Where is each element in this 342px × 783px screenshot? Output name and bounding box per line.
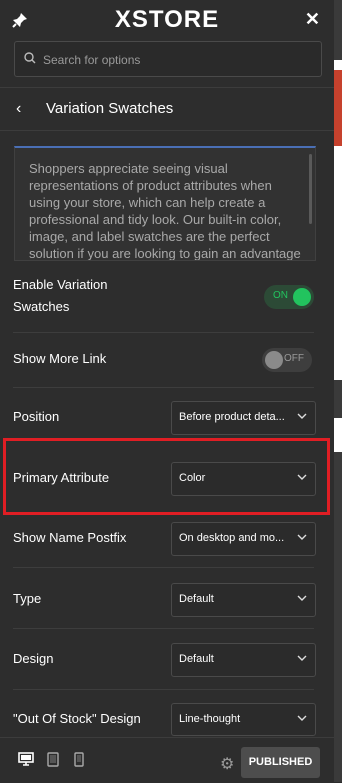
preview-strip-accent xyxy=(334,70,342,146)
type-select[interactable]: Default xyxy=(171,583,316,617)
show-more-link-row: Show More Link OFF xyxy=(0,348,334,372)
close-icon[interactable]: ✕ xyxy=(305,9,320,30)
chevron-down-icon xyxy=(297,534,307,540)
out-of-stock-design-select[interactable]: Line-thought xyxy=(171,703,316,736)
toggle-knob xyxy=(293,288,311,306)
show-name-postfix-value: On desktop and mo... xyxy=(179,532,285,544)
section-header: ‹ Variation Swatches xyxy=(0,87,334,131)
search-icon xyxy=(24,52,36,64)
position-label: Position xyxy=(13,409,60,424)
back-icon[interactable]: ‹ xyxy=(16,100,21,118)
description-box[interactable]: Shoppers appreciate seeing visual repres… xyxy=(14,146,316,261)
preview-strip-dark xyxy=(334,452,342,782)
enable-swatches-label-line2: Swatches xyxy=(13,299,70,314)
out-of-stock-design-label: "Out Of Stock" Design xyxy=(13,711,141,726)
design-row: Design Default xyxy=(0,642,334,677)
description-text: Shoppers appreciate seeing visual repres… xyxy=(29,161,301,261)
chevron-down-icon xyxy=(297,715,307,721)
show-more-link-label: Show More Link xyxy=(13,351,107,366)
divider xyxy=(13,567,314,568)
enable-swatches-toggle[interactable]: ON xyxy=(264,285,314,309)
show-name-postfix-select[interactable]: On desktop and mo... xyxy=(171,522,316,556)
show-more-link-toggle[interactable]: OFF xyxy=(262,348,312,372)
search-box[interactable] xyxy=(14,41,322,78)
design-select[interactable]: Default xyxy=(171,643,316,677)
chevron-down-icon xyxy=(297,655,307,661)
divider xyxy=(13,689,314,690)
show-name-postfix-row: Show Name Postfix On desktop and mo... xyxy=(0,521,334,556)
search-input[interactable] xyxy=(41,42,315,78)
out-of-stock-design-value: Line-thought xyxy=(179,713,241,725)
customizer-panel: XSTORE ✕ ‹ Variation Swatches Shoppers a… xyxy=(0,0,334,783)
type-label: Type xyxy=(13,591,42,606)
type-row: Type Default xyxy=(0,582,334,617)
footer-bar: ⚙ PUBLISHED xyxy=(0,737,334,783)
tablet-preview-icon[interactable] xyxy=(47,752,59,767)
divider xyxy=(13,387,314,388)
mobile-preview-icon[interactable] xyxy=(74,752,84,767)
desktop-preview-icon[interactable] xyxy=(18,752,34,767)
out-of-stock-design-row: "Out Of Stock" Design Line-thought xyxy=(0,703,334,737)
design-label: Design xyxy=(13,651,54,666)
divider xyxy=(13,628,314,629)
highlight-box xyxy=(3,438,330,515)
section-title: Variation Swatches xyxy=(46,100,174,117)
top-bar: XSTORE ✕ xyxy=(0,0,334,40)
position-select[interactable]: Before product deta... xyxy=(171,401,316,435)
show-name-postfix-label: Show Name Postfix xyxy=(13,530,127,545)
position-value: Before product deta... xyxy=(179,411,285,423)
design-value: Default xyxy=(179,653,214,665)
toggle-state: OFF xyxy=(284,353,304,364)
description-scrollbar[interactable] xyxy=(309,154,312,224)
gear-icon[interactable]: ⚙ xyxy=(220,754,234,774)
chevron-down-icon xyxy=(297,595,307,601)
position-row: Position Before product deta... xyxy=(0,400,334,435)
published-button[interactable]: PUBLISHED xyxy=(241,747,320,778)
chevron-down-icon xyxy=(297,413,307,419)
enable-swatches-label: Enable Variation xyxy=(13,277,108,292)
preview-strip-dark xyxy=(334,0,342,60)
toggle-state: ON xyxy=(273,290,288,301)
enable-swatches-row: Enable Variation Swatches ON xyxy=(0,274,334,324)
toggle-knob xyxy=(265,351,283,369)
preview-strip-dark xyxy=(334,380,342,418)
divider xyxy=(13,332,314,333)
xstore-logo: XSTORE xyxy=(114,6,220,33)
type-value: Default xyxy=(179,593,214,605)
